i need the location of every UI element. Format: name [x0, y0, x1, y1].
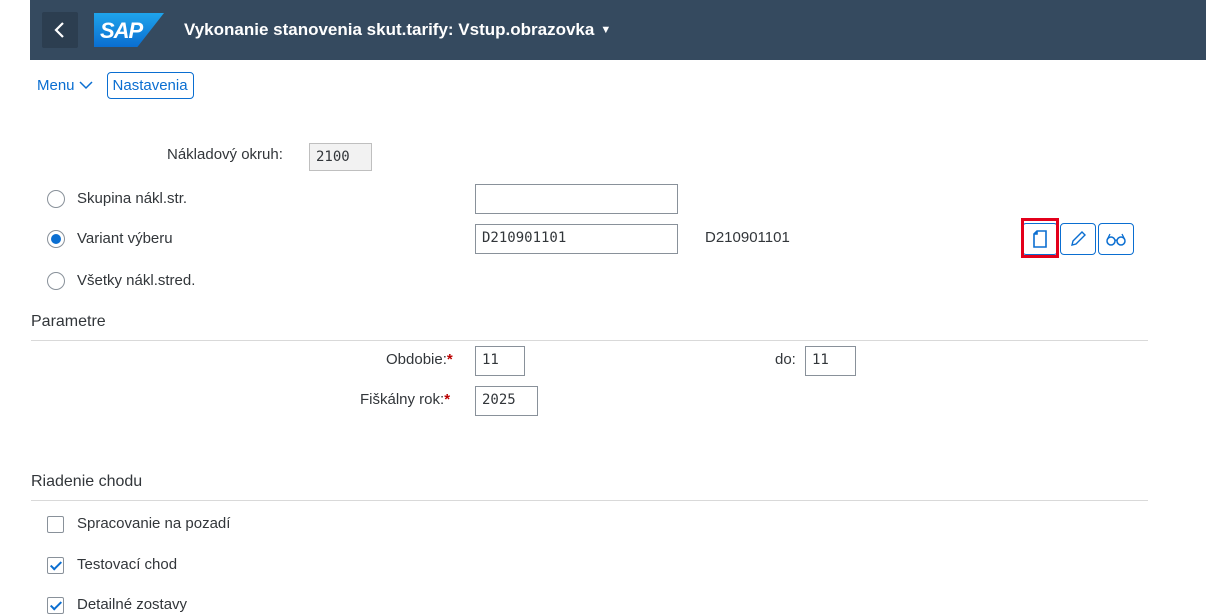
- sap-logo[interactable]: SAP: [94, 13, 164, 47]
- run-control-divider: [31, 500, 1148, 501]
- selection-variant-input[interactable]: D210901101: [475, 224, 678, 254]
- change-variant-button[interactable]: [1060, 223, 1096, 255]
- menu-label: Menu: [37, 77, 75, 94]
- cost-area-field[interactable]: 2100: [309, 143, 372, 171]
- app-title[interactable]: Vykonanie stanovenia skut.tarify: Vstup.…: [184, 20, 611, 40]
- chevron-down-icon: [79, 81, 93, 90]
- parameters-section-title: Parametre: [31, 313, 106, 330]
- radio-cost-center-group-label: Skupina nákl.str.: [77, 190, 188, 207]
- display-glasses-icon: [1106, 233, 1126, 246]
- toolbar: Menu Nastavenia: [37, 72, 194, 99]
- period-to-input[interactable]: 11: [805, 346, 856, 376]
- background-processing-checkbox[interactable]: [47, 516, 64, 533]
- menu-button[interactable]: Menu: [37, 77, 93, 94]
- radio-cost-center-group[interactable]: [47, 190, 65, 208]
- cost-area-label: Nákladový okruh:: [167, 146, 283, 163]
- back-button[interactable]: [42, 12, 78, 48]
- settings-button[interactable]: Nastavenia: [106, 72, 194, 99]
- chevron-left-icon: [54, 22, 64, 38]
- shell-bar: SAP Vykonanie stanovenia skut.tarify: Vs…: [30, 0, 1206, 60]
- selection-variant-description: D210901101: [705, 229, 790, 246]
- display-variant-button[interactable]: [1098, 223, 1134, 255]
- sap-logo-text: SAP: [100, 18, 143, 43]
- detailed-lists-label: Detailné zostavy: [77, 596, 188, 613]
- parameters-divider: [31, 340, 1148, 341]
- caret-down-icon: ▼: [600, 24, 612, 36]
- radio-all-cost-centers[interactable]: [47, 272, 65, 290]
- run-control-section-title: Riadenie chodu: [31, 473, 143, 490]
- detailed-lists-checkbox[interactable]: [47, 597, 64, 614]
- test-run-label: Testovací chod: [77, 556, 178, 573]
- app-title-text: Vykonanie stanovenia skut.tarify: Vstup.…: [184, 20, 595, 39]
- fiscal-year-label: Fiškálny rok:*: [360, 391, 451, 408]
- fiscal-year-input[interactable]: 2025: [475, 386, 538, 416]
- test-run-checkbox[interactable]: [47, 557, 64, 574]
- period-input[interactable]: 11: [475, 346, 525, 376]
- cost-center-group-input[interactable]: [475, 184, 678, 214]
- radio-selection-variant-label: Variant výberu: [77, 230, 173, 247]
- background-processing-label: Spracovanie na pozadí: [77, 515, 231, 532]
- highlight-box: [1021, 218, 1059, 258]
- radio-all-cost-centers-label: Všetky nákl.stred.: [77, 272, 196, 289]
- edit-pencil-icon: [1071, 231, 1086, 246]
- radio-selection-variant[interactable]: [47, 230, 65, 248]
- period-to-label: do:: [775, 351, 796, 368]
- period-label: Obdobie:*: [386, 351, 453, 368]
